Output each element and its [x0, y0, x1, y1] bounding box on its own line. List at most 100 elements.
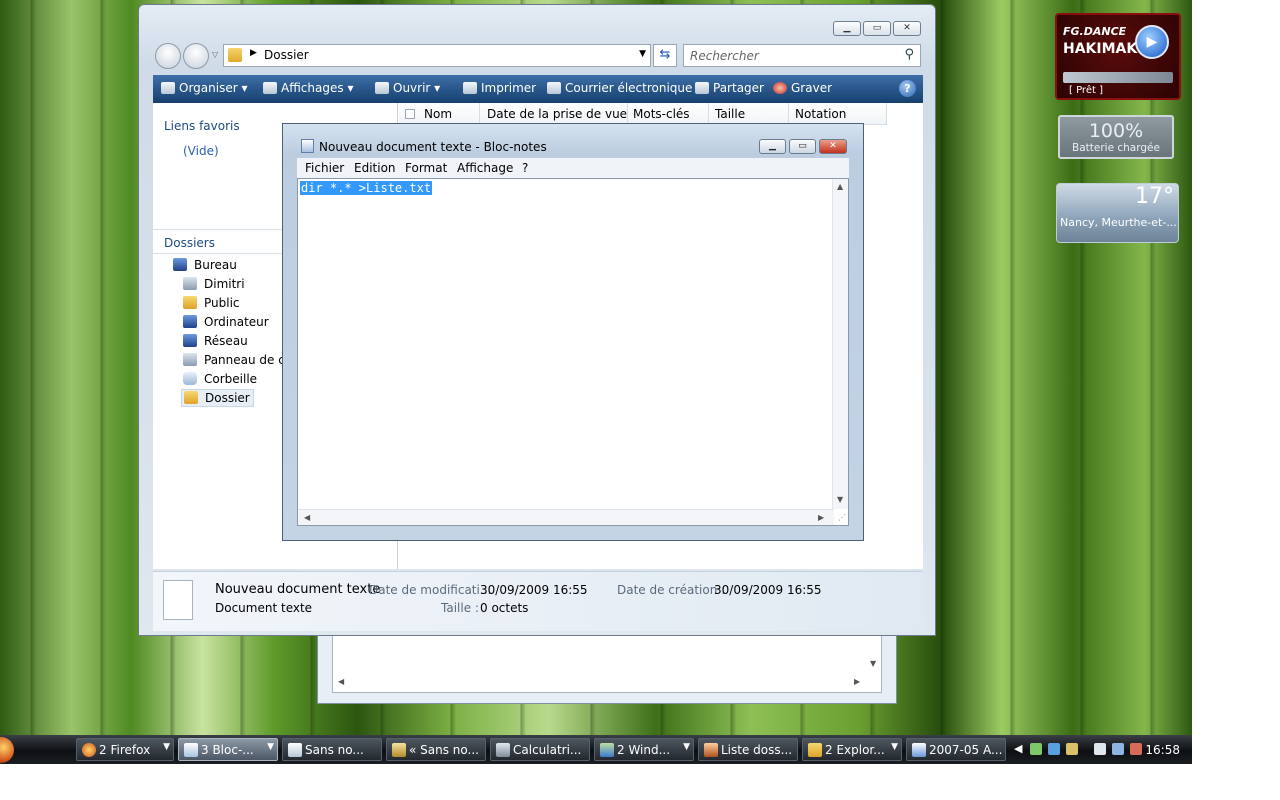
- notepad-editor[interactable]: dir *.* >Liste.txt ▲ ▼ ◀ ▶ ⋰: [297, 178, 849, 526]
- system-tray: ◀ 16:58: [1012, 738, 1192, 761]
- address-folder-name[interactable]: Dossier: [264, 48, 309, 62]
- tray-network-icon[interactable]: [1048, 743, 1060, 755]
- column-date-taken[interactable]: Date de la prise de vue: [487, 107, 627, 121]
- column-keywords[interactable]: Mots-clés: [633, 107, 690, 121]
- favorites-label[interactable]: Liens favoris: [164, 119, 240, 133]
- menu-fichier[interactable]: Fichier: [305, 161, 344, 175]
- column-separator[interactable]: [479, 103, 480, 125]
- tray-battery-icon[interactable]: [1094, 743, 1106, 755]
- tree-item-corbeille[interactable]: Corbeille: [183, 372, 257, 386]
- notepad-maximize-button[interactable]: ▭: [789, 139, 816, 154]
- open-button[interactable]: Ouvrir ▾: [375, 81, 440, 95]
- details-created-value: 30/09/2009 16:55: [714, 583, 822, 597]
- battery-percent: 100%: [1088, 120, 1144, 142]
- scroll-left-arrow-icon[interactable]: ◀: [304, 513, 310, 522]
- scroll-right-arrow-icon[interactable]: ▶: [818, 513, 824, 522]
- refresh-button[interactable]: ⇆: [653, 44, 677, 67]
- tray-app-icon[interactable]: [1030, 743, 1042, 755]
- share-button[interactable]: Partager: [695, 81, 764, 95]
- play-icon[interactable]: ▶: [1135, 25, 1169, 59]
- tray-expand-icon[interactable]: ◀: [1014, 742, 1022, 755]
- notepad-minimize-button[interactable]: ▁: [759, 139, 786, 154]
- resize-grip-icon[interactable]: ⋰: [838, 513, 846, 522]
- menu-help[interactable]: ?: [522, 161, 528, 175]
- task-dropdown-icon[interactable]: ▼: [891, 742, 898, 752]
- breadcrumb-arrow-icon[interactable]: ▶: [250, 48, 257, 58]
- text-document-icon: [163, 580, 193, 620]
- email-button[interactable]: Courrier électronique: [547, 81, 692, 95]
- folders-label[interactable]: Dossiers: [164, 236, 215, 250]
- radio-controls[interactable]: [1063, 72, 1173, 83]
- burn-button[interactable]: Graver: [773, 81, 832, 95]
- scroll-down-arrow-icon[interactable]: ▼: [870, 659, 876, 668]
- column-separator[interactable]: [708, 103, 709, 125]
- windows-icon: [600, 743, 614, 757]
- print-button[interactable]: Imprimer: [463, 81, 536, 95]
- vertical-scrollbar[interactable]: ▲ ▼: [832, 179, 848, 509]
- close-button[interactable]: ✕: [893, 21, 921, 36]
- task-untitled-2[interactable]: « Sans no...: [386, 738, 486, 761]
- back-button[interactable]: [155, 43, 181, 69]
- weather-gadget[interactable]: 17° Nancy, Meurthe-et-...: [1056, 183, 1179, 243]
- task-liste-dossier[interactable]: Liste doss...: [698, 738, 798, 761]
- share-icon: [695, 82, 709, 94]
- task-dropdown-icon[interactable]: ▼: [683, 742, 690, 752]
- notepad-close-button[interactable]: ✕: [819, 139, 847, 154]
- notepad-icon: [301, 139, 314, 153]
- column-size[interactable]: Taille: [715, 107, 745, 121]
- address-bar[interactable]: ▶ Dossier ▼: [223, 44, 651, 67]
- task-notepad[interactable]: 3 Bloc-... ▼: [178, 738, 278, 761]
- scroll-left-arrow-icon[interactable]: ◀: [338, 677, 344, 686]
- scroll-up-arrow-icon[interactable]: ▲: [837, 182, 843, 191]
- burn-disc-icon: [773, 82, 787, 94]
- tray-connection-icon[interactable]: [1112, 743, 1124, 755]
- task-firefox[interactable]: 2 Firefox ▼: [76, 738, 174, 761]
- views-button[interactable]: Affichages ▾: [263, 81, 353, 95]
- clock[interactable]: 16:58: [1145, 743, 1180, 757]
- tree-item-public[interactable]: Public: [183, 296, 240, 310]
- column-rating[interactable]: Notation: [795, 107, 846, 121]
- forward-button[interactable]: [183, 43, 209, 69]
- task-windows[interactable]: 2 Wind... ▼: [594, 738, 694, 761]
- radio-gadget[interactable]: FG.DANCE HAKIMAKLI ▶ [ Prêt ]: [1055, 13, 1181, 100]
- tray-app-icon[interactable]: [1066, 743, 1078, 755]
- tree-item-dossier[interactable]: Dossier: [181, 389, 254, 407]
- task-untitled-1[interactable]: Sans no...: [282, 738, 382, 761]
- scroll-down-arrow-icon[interactable]: ▼: [837, 495, 843, 504]
- menu-edition[interactable]: Edition: [354, 161, 396, 175]
- column-separator[interactable]: [788, 103, 789, 125]
- scroll-right-arrow-icon[interactable]: ▶: [854, 677, 860, 686]
- select-all-checkbox[interactable]: [405, 109, 415, 119]
- search-icon[interactable]: ⚲: [904, 47, 914, 62]
- menu-format[interactable]: Format: [405, 161, 447, 175]
- help-button[interactable]: ?: [899, 80, 916, 97]
- start-button[interactable]: [0, 737, 14, 763]
- tray-volume-icon[interactable]: [1130, 743, 1142, 755]
- horizontal-scrollbar[interactable]: ◀ ▶: [298, 509, 834, 525]
- task-calculator[interactable]: Calculatri...: [490, 738, 590, 761]
- task-dropdown-icon[interactable]: ▼: [267, 742, 274, 752]
- search-input[interactable]: Rechercher ⚲: [683, 44, 921, 67]
- selected-text[interactable]: dir *.* >Liste.txt: [300, 181, 433, 195]
- task-dropdown-icon[interactable]: ▼: [163, 742, 170, 752]
- tree-item-bureau[interactable]: Bureau: [173, 258, 237, 272]
- tree-item-control-panel[interactable]: Panneau de co: [183, 353, 292, 367]
- envelope-icon: [547, 82, 561, 94]
- task-document-2007[interactable]: 2007-05 A...: [906, 738, 1006, 761]
- history-dropdown-icon[interactable]: ▽: [212, 50, 218, 59]
- battery-gadget[interactable]: 100% Batterie chargée: [1058, 115, 1174, 159]
- maximize-button[interactable]: ▭: [863, 21, 891, 36]
- column-name[interactable]: Nom: [424, 107, 452, 121]
- column-separator[interactable]: [886, 103, 887, 125]
- address-dropdown-icon[interactable]: ▼: [639, 49, 646, 59]
- task-explorer[interactable]: 2 Explor... ▼: [802, 738, 902, 761]
- minimize-button[interactable]: ▁: [833, 21, 861, 36]
- tree-item-ordinateur[interactable]: Ordinateur: [183, 315, 269, 329]
- views-icon: [263, 82, 277, 94]
- tree-item-reseau[interactable]: Réseau: [183, 334, 248, 348]
- menu-affichage[interactable]: Affichage: [457, 161, 513, 175]
- column-separator[interactable]: [627, 103, 628, 125]
- notepad-window[interactable]: Nouveau document texte - Bloc-notes ▁ ▭ …: [282, 123, 864, 541]
- tree-item-dimitri[interactable]: Dimitri: [183, 277, 245, 291]
- organize-button[interactable]: Organiser ▾: [161, 81, 248, 95]
